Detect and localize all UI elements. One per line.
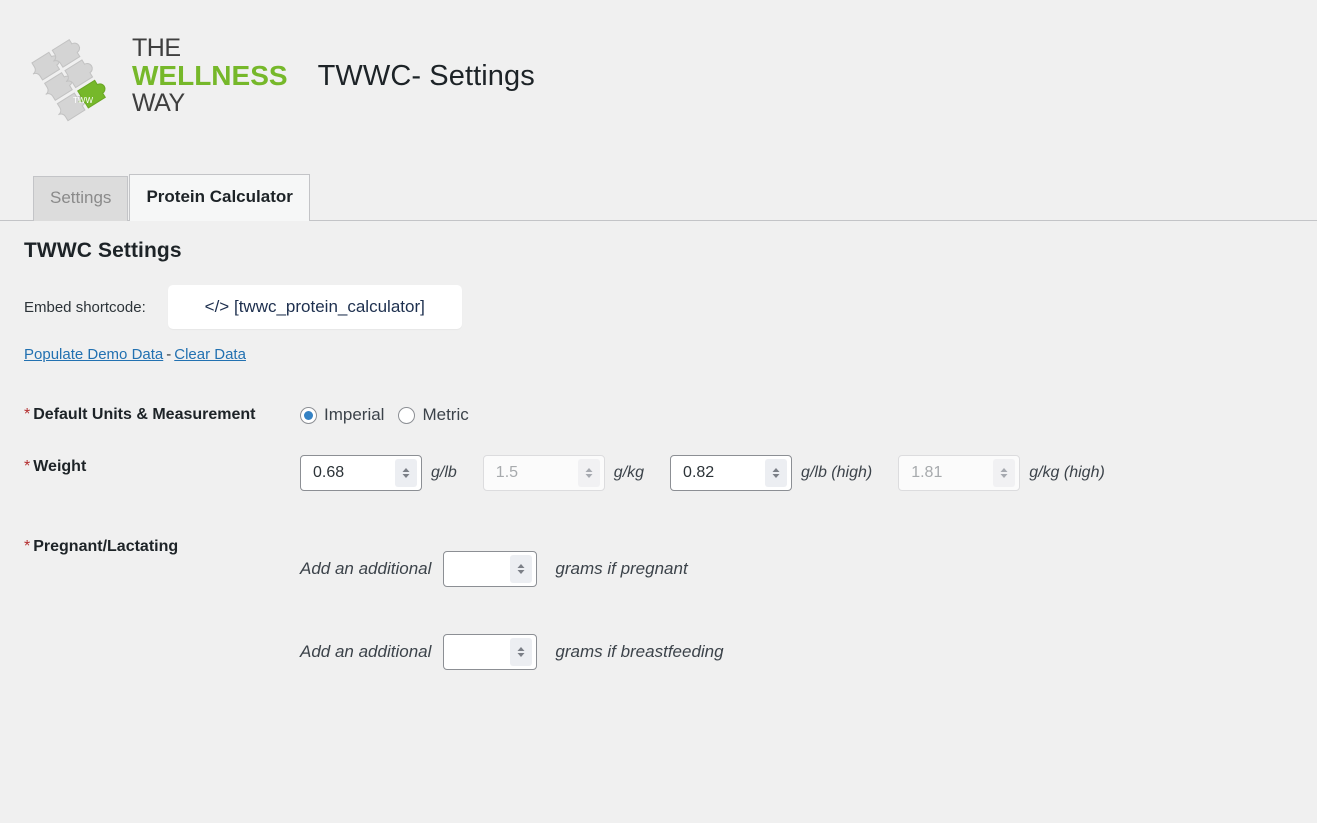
page-title: TWWC- Settings [317,59,535,92]
required-asterisk: * [24,538,31,555]
spinner-up-down-icon[interactable] [993,459,1016,487]
pregnant-grams-input[interactable] [443,551,538,587]
logo-badge-text: TWW [73,96,93,105]
field-row-default-units: * Default Units & Measurement Imperial Me… [24,403,1317,425]
logo-wordmark: THE WELLNESS WAY [132,36,288,116]
spinner-up-down-icon[interactable] [395,459,417,487]
required-asterisk: * [24,406,31,423]
clear-data-link[interactable]: Clear Data [174,346,246,363]
field-label-weight: * Weight [24,455,300,476]
page-header: TWW THE WELLNESS WAY TWWC- Settings [0,0,1317,122]
spinner-up-down-icon[interactable] [510,555,533,583]
embed-shortcode-value: [twwc_protein_calculator] [233,297,425,316]
field-label-text: Default Units & Measurement [33,406,256,423]
pregnancy-row-breastfeeding: Add an additional grams if breastfeeding [300,634,724,670]
tab-settings[interactable]: Settings [33,176,129,221]
weight-g-per-kg-high-input[interactable]: 1.81 [898,455,1021,491]
links-separator: - [166,346,172,363]
pregnancy-row-pregnant: Add an additional grams if pregnant [300,551,724,587]
field-label-text: Pregnant/Lactating [33,538,179,555]
section-title: TWWC Settings [24,239,182,262]
tab-protein-calculator[interactable]: Protein Calculator [129,174,310,221]
radio-metric-label: Metric [422,405,469,424]
required-asterisk: * [24,458,31,475]
field-label-default-units: * Default Units & Measurement [24,403,300,424]
pregnancy-inputs-block: Add an additional grams if pregnant Add … [300,535,724,670]
demo-data-links: Populate Demo Data - Clear Data [24,346,1317,363]
puzzle-logo-icon: TWW [31,38,106,122]
spinner-up-down-icon[interactable] [577,459,600,487]
pregnant-prefix-text: Add an additional [300,559,432,578]
radio-imperial-icon[interactable] [300,406,317,424]
code-icon: </> [204,297,230,316]
weight-g-per-lb-high-value: 0.82 [683,464,715,481]
tab-bar: Settings Protein Calculator [0,174,1317,221]
breastfeeding-suffix-text: grams if breastfeeding [555,642,724,661]
spinner-up-down-icon[interactable] [765,459,788,487]
weight-g-per-kg-high-value: 1.81 [911,464,943,481]
wellness-way-logo: TWW [28,28,130,124]
weight-g-per-lb-high-input[interactable]: 0.82 [670,455,793,491]
radio-option-imperial[interactable]: Imperial [300,405,384,425]
embed-shortcode-row: Embed shortcode: </> [twwc_protein_calcu… [24,285,1317,329]
radio-imperial-label: Imperial [324,405,385,424]
logo-line-way: WAY [132,89,185,117]
logo-line-the: THE [132,34,181,62]
breastfeeding-prefix-text: Add an additional [300,642,432,661]
field-row-pregnant-lactating: * Pregnant/Lactating Add an additional gr… [24,535,1317,670]
field-row-weight: * Weight 0.68 g/lb 1.5 g/kg 0.82 g/lb (h… [24,455,1317,491]
weight-g-per-lb-input[interactable]: 0.68 [300,455,422,491]
spinner-up-down-icon[interactable] [510,638,533,666]
weight-inputs-line: 0.68 g/lb 1.5 g/kg 0.82 g/lb (high) 1.81… [300,455,1105,491]
units-radio-group: Imperial Metric [300,403,483,425]
radio-option-metric[interactable]: Metric [398,405,469,425]
embed-shortcode-label: Embed shortcode: [24,298,146,316]
pregnant-suffix-text: grams if pregnant [555,559,688,578]
weight-unit-g-per-lb: g/lb [431,464,457,481]
field-label-text: Weight [33,458,87,475]
populate-demo-data-link[interactable]: Populate Demo Data [24,346,163,363]
field-label-pregnant-lactating: * Pregnant/Lactating [24,535,300,556]
embed-shortcode-box[interactable]: </> [twwc_protein_calculator] [167,285,462,329]
weight-unit-g-per-kg-high: g/kg (high) [1029,464,1105,481]
weight-g-per-kg-input[interactable]: 1.5 [482,455,605,491]
radio-metric-icon[interactable] [398,406,416,424]
breastfeeding-grams-input[interactable] [443,634,538,670]
settings-content: TWWC Settings Embed shortcode: </> [twwc… [0,221,1317,670]
logo-line-wellness: WELLNESS [132,60,288,91]
weight-g-per-kg-value: 1.5 [495,464,519,481]
weight-unit-g-per-lb-high: g/lb (high) [801,464,873,481]
weight-g-per-lb-value: 0.68 [313,464,345,481]
weight-unit-g-per-kg: g/kg [613,464,645,481]
